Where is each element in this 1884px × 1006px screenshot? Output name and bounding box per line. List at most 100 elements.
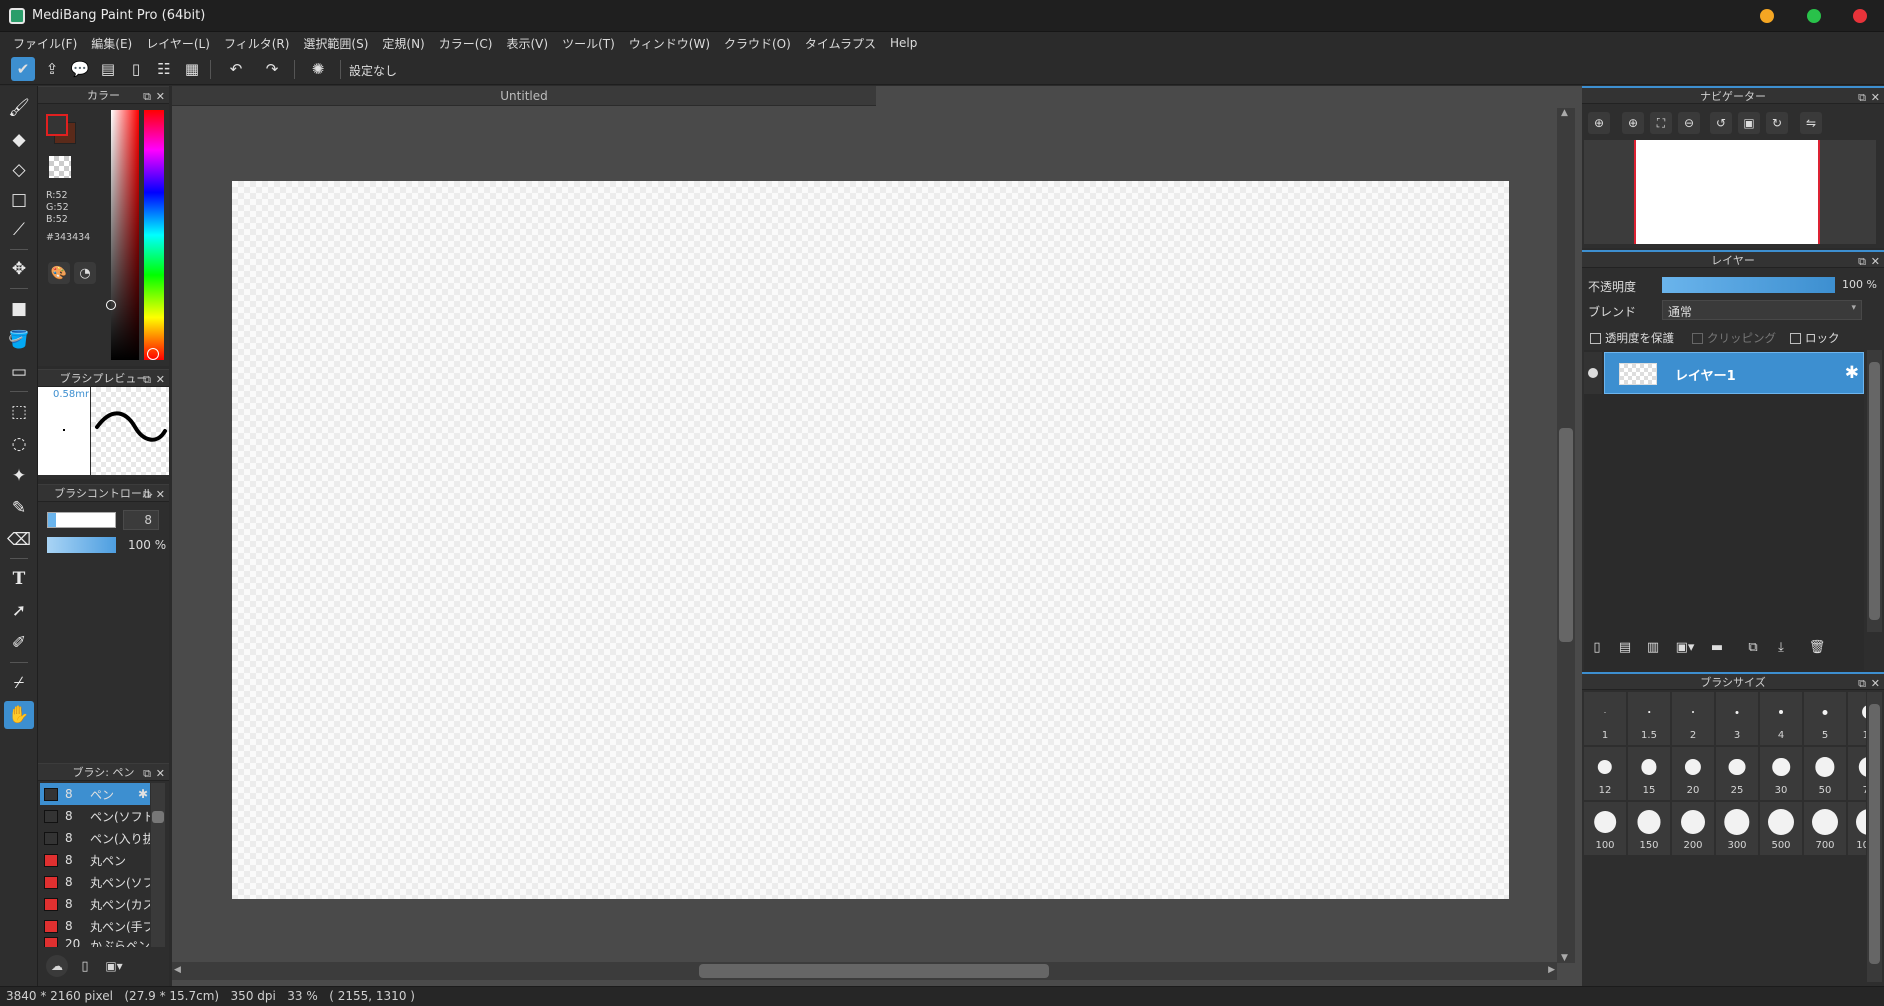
brush-size-input[interactable]: 8: [123, 510, 159, 530]
list-icon[interactable]: ☷: [152, 57, 176, 81]
line-tool-icon[interactable]: ⟋: [4, 216, 34, 244]
foreground-color-swatch[interactable]: [46, 114, 68, 136]
rotate-left-icon[interactable]: ↺: [1710, 112, 1732, 134]
undock-icon[interactable]: ⧉: [1858, 89, 1866, 106]
menu-ruler[interactable]: 定規(N): [375, 35, 431, 52]
undock-icon[interactable]: ⧉: [143, 371, 151, 388]
brush-size-cell[interactable]: 3: [1716, 692, 1759, 746]
brush-size-cell[interactable]: 20: [1672, 747, 1715, 801]
brush-size-cell[interactable]: 10: [1848, 692, 1866, 746]
brush-size-cell[interactable]: 1000: [1848, 802, 1866, 856]
menu-help[interactable]: Help: [883, 36, 924, 50]
page-icon[interactable]: ▯: [124, 57, 148, 81]
gear-icon[interactable]: ✱: [1845, 363, 1859, 383]
brush-size-cell[interactable]: 700: [1804, 802, 1847, 856]
protect-alpha-checkbox[interactable]: 透明度を保護: [1590, 330, 1674, 346]
undo-icon[interactable]: ↶: [224, 57, 248, 81]
scroll-up-icon[interactable]: ▲: [1561, 108, 1568, 118]
color-history-icon[interactable]: ◔: [74, 262, 96, 284]
move-tool-icon[interactable]: ✥: [4, 255, 34, 283]
vertical-scrollbar[interactable]: ▲ ▼: [1557, 108, 1575, 963]
undock-icon[interactable]: ⧉: [1858, 675, 1866, 692]
scroll-right-icon[interactable]: ▶: [1548, 965, 1555, 975]
navigator-preview[interactable]: [1584, 140, 1876, 244]
close-icon[interactable]: ✕: [1871, 675, 1880, 692]
new-layer-icon[interactable]: ▯: [1586, 636, 1608, 658]
delete-layer-icon[interactable]: 🗑: [1806, 636, 1828, 658]
speech-bubble-icon[interactable]: 💬: [68, 57, 92, 81]
brush-size-cell[interactable]: 1.5: [1628, 692, 1671, 746]
brush-list-item[interactable]: 20 かぶらペン: [40, 937, 150, 947]
brush-size-cell[interactable]: 100: [1584, 802, 1627, 856]
close-button[interactable]: [1853, 9, 1867, 23]
brush-size-cell[interactable]: 4: [1760, 692, 1803, 746]
vertical-scroll-thumb[interactable]: [1559, 428, 1573, 642]
cloud-brush-icon[interactable]: ☁: [46, 955, 68, 977]
brush-size-cell[interactable]: 1: [1584, 692, 1627, 746]
saturation-value-picker[interactable]: [111, 110, 139, 360]
menu-tool[interactable]: ツール(T): [555, 35, 622, 52]
dot-eraser-tool-icon[interactable]: ◇: [4, 156, 34, 184]
magic-wand-tool-icon[interactable]: ✦: [4, 462, 34, 490]
scroll-left-icon[interactable]: ◀: [174, 965, 181, 975]
menu-timelapse[interactable]: タイムラプス: [798, 35, 883, 52]
reset-view-icon[interactable]: ▣: [1738, 112, 1760, 134]
grid-icon[interactable]: ▦: [180, 57, 204, 81]
undock-icon[interactable]: ⧉: [143, 765, 151, 782]
menu-window[interactable]: ウィンドウ(W): [622, 35, 717, 52]
brush-list-item[interactable]: 8 丸ペン(手ブレ): [40, 915, 150, 937]
eyedropper-tool-icon[interactable]: ⌿: [4, 669, 34, 697]
lock-checkbox[interactable]: ロック: [1790, 330, 1840, 346]
rotate-right-icon[interactable]: ↻: [1766, 112, 1788, 134]
fill-rect-tool-icon[interactable]: ■: [4, 295, 34, 323]
select-rect-tool-icon[interactable]: ⬚: [4, 398, 34, 426]
undock-icon[interactable]: ⧉: [143, 486, 151, 503]
menu-cloud[interactable]: クラウド(O): [717, 35, 798, 52]
brush-list-item[interactable]: 8 丸ペン(カスタム): [40, 893, 150, 915]
undock-icon[interactable]: ⧉: [143, 88, 151, 105]
document-tab[interactable]: Untitled: [172, 86, 876, 106]
scroll-thumb[interactable]: [1869, 704, 1880, 964]
undock-icon[interactable]: ⧉: [1858, 253, 1866, 270]
layer-row-body[interactable]: レイヤー1 ✱: [1604, 352, 1864, 394]
shape-tool-icon[interactable]: □: [4, 186, 34, 214]
menu-file[interactable]: ファイル(F): [6, 35, 84, 52]
export-icon[interactable]: ⇪: [40, 57, 64, 81]
transparent-color-swatch[interactable]: [49, 156, 71, 178]
sv-cursor[interactable]: [106, 300, 116, 310]
folder-icon[interactable]: ▬: [1706, 636, 1728, 658]
close-icon[interactable]: ✕: [1871, 89, 1880, 106]
brush-size-cell[interactable]: 150: [1628, 802, 1671, 856]
brush-size-cell[interactable]: 200: [1672, 802, 1715, 856]
brush-size-cell[interactable]: 25: [1716, 747, 1759, 801]
bucket-tool-icon[interactable]: 🪣: [4, 326, 34, 354]
hue-slider[interactable]: [144, 110, 164, 360]
brush-opacity-slider[interactable]: [47, 537, 116, 553]
brush-size-cell[interactable]: 50: [1804, 747, 1847, 801]
selection-spinner-icon[interactable]: ✺: [306, 57, 330, 81]
add-layer-menu-icon[interactable]: ▣▾: [1670, 636, 1700, 658]
brush-list-item[interactable]: 8 丸ペン: [40, 849, 150, 871]
close-icon[interactable]: ✕: [1871, 253, 1880, 270]
menu-edit[interactable]: 編集(E): [84, 35, 139, 52]
select-eraser-tool-icon[interactable]: ⌫: [4, 526, 34, 554]
close-icon[interactable]: ✕: [156, 486, 165, 503]
add-brush-menu-icon[interactable]: ▣▾: [100, 955, 128, 977]
brush-size-cell[interactable]: 15: [1628, 747, 1671, 801]
layer-visibility-cell[interactable]: [1584, 352, 1602, 394]
text-tool-icon[interactable]: T: [4, 565, 34, 593]
navigator-viewport[interactable]: [1634, 140, 1820, 244]
eye-icon[interactable]: [1588, 368, 1598, 378]
brush-size-cell[interactable]: 500: [1760, 802, 1803, 856]
scroll-thumb[interactable]: [152, 811, 164, 823]
clipping-checkbox[interactable]: クリッピング: [1692, 330, 1776, 346]
canvas-document[interactable]: [232, 181, 1509, 899]
new-brush-icon[interactable]: ▯: [74, 955, 96, 977]
brush-size-cell[interactable]: 2: [1672, 692, 1715, 746]
brush-list-item[interactable]: 8 ペン(入り抜き): [40, 827, 150, 849]
comment-icon[interactable]: ▤: [96, 57, 120, 81]
brush-size-cell[interactable]: 30: [1760, 747, 1803, 801]
brush-list-item[interactable]: 8 ペン ✱: [40, 783, 150, 805]
select-pen-tool-icon[interactable]: ✎: [4, 494, 34, 522]
redo-icon[interactable]: ↷: [260, 57, 284, 81]
